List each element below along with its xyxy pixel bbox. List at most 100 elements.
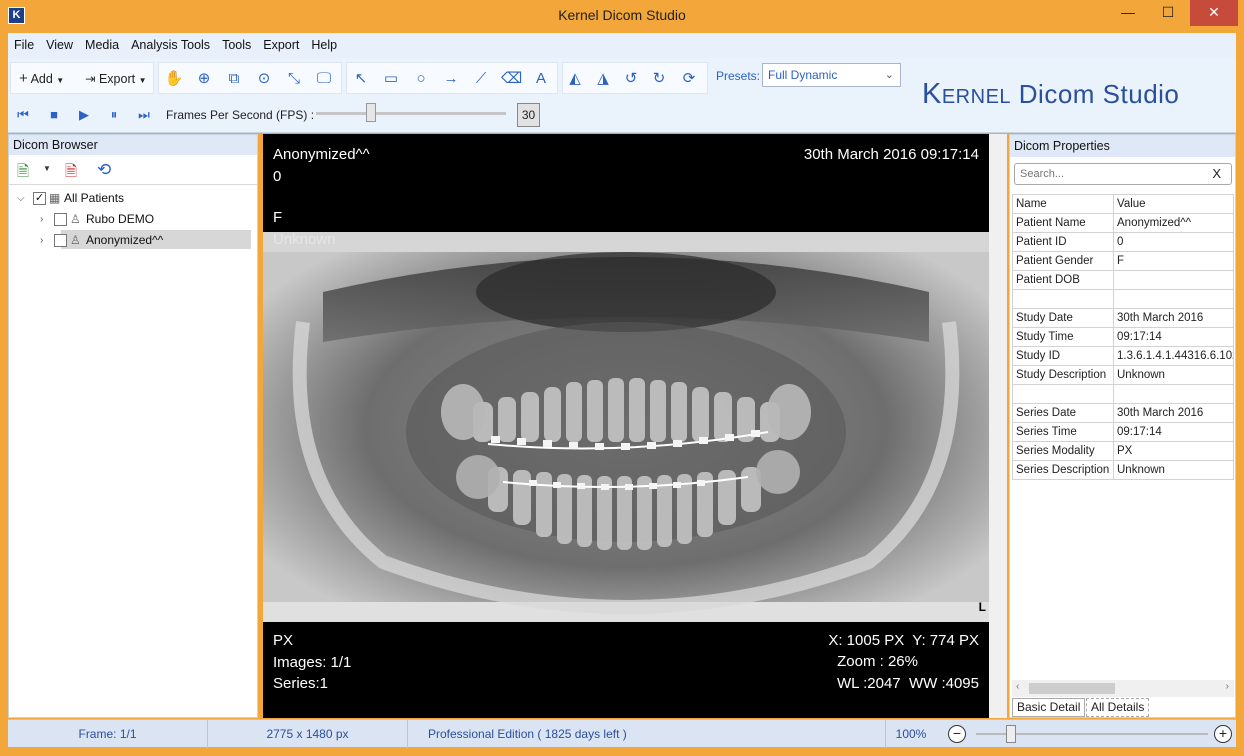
table-row[interactable]: Study Description Unknown	[1012, 365, 1234, 385]
table-row[interactable]: Patient ID 0	[1012, 232, 1234, 252]
window-level-icon[interactable]: ⤡	[284, 69, 304, 89]
table-row[interactable]: Patient DOB	[1012, 270, 1234, 290]
expand-icon[interactable]: ›	[40, 209, 43, 230]
magnifier-icon[interactable]: ⊙	[254, 69, 274, 89]
table-row[interactable]: Patient Gender F	[1012, 251, 1234, 271]
menu-media[interactable]: Media	[79, 33, 125, 58]
column-header-value[interactable]: Value	[1113, 194, 1234, 214]
fps-slider-track[interactable]	[316, 112, 506, 115]
overlay-coordinates: X: 1005 PX Y: 774 PX	[828, 632, 979, 649]
reset-icon[interactable]: ⟳	[679, 69, 699, 89]
chevron-down-icon: ⌄	[884, 69, 894, 81]
expand-icon[interactable]: ›	[40, 230, 43, 251]
properties-search-input[interactable]	[1015, 164, 1195, 184]
minimize-button[interactable]: —	[1108, 0, 1148, 26]
dicom-image[interactable]	[263, 232, 989, 622]
rotate-left-icon[interactable]: ↺	[621, 69, 641, 89]
menu-export[interactable]: Export	[257, 33, 305, 58]
tab-basic-detail[interactable]: Basic Detail	[1012, 698, 1086, 717]
collapse-icon[interactable]: ⌵	[17, 188, 25, 209]
first-frame-icon[interactable]: ⏮	[13, 105, 33, 125]
table-row[interactable]: Study ID 1.3.6.1.4.1.44316.6.102	[1012, 346, 1234, 366]
clear-search-button[interactable]: X	[1212, 166, 1221, 181]
overlay-window-level: WL :2047 WW :4095	[836, 675, 979, 692]
stop-icon[interactable]: ■	[44, 105, 64, 125]
scroll-left-icon[interactable]: ‹	[1016, 681, 1019, 692]
table-row[interactable]: Series Modality PX	[1012, 441, 1234, 461]
zoom-out-button[interactable]: −	[948, 725, 966, 743]
flip-vertical-icon[interactable]: ◮	[593, 69, 613, 89]
zoom-slider-thumb[interactable]	[1006, 725, 1016, 743]
rectangle-icon[interactable]: ▭	[381, 69, 401, 89]
property-value: Unknown	[1113, 365, 1234, 385]
presets-dropdown[interactable]: Full Dynamic ⌄	[762, 63, 901, 87]
table-row[interactable]: Patient Name Anonymized^^	[1012, 213, 1234, 233]
export-label: Export	[98, 72, 136, 86]
text-icon[interactable]: A	[531, 69, 551, 89]
kernel-logo: Kernel Dicom Studio	[922, 78, 1179, 111]
table-row[interactable]: Study Date 30th March 2016	[1012, 308, 1234, 328]
image-viewer[interactable]: Anonymized^^ 0 F Unknown 30th March 2016…	[263, 134, 989, 718]
eraser-icon[interactable]: ⌫	[501, 69, 522, 89]
pointer-arrow-icon[interactable]: ↖	[351, 69, 371, 89]
fit-window-icon[interactable]: ⧉	[224, 69, 244, 89]
dicom-properties-title: Dicom Properties	[1010, 135, 1235, 157]
flip-horizontal-icon[interactable]: ◭	[565, 69, 585, 89]
patient-icon: ♙	[70, 233, 81, 247]
patient-tree: ⌵ ✓ ▦ All Patients › ♙ Rubo DEMO › ♙ Ano…	[9, 185, 257, 251]
menu-file[interactable]: File	[8, 33, 40, 58]
add-button[interactable]: + Add ▼	[19, 67, 64, 91]
fps-slider-thumb[interactable]	[366, 103, 376, 122]
checkbox-checked[interactable]: ✓	[33, 192, 46, 205]
dropdown-arrow-icon: ▼	[56, 76, 65, 85]
last-frame-icon[interactable]: ⏭	[134, 105, 154, 125]
property-name: Patient Gender	[1012, 251, 1114, 271]
tree-item-rubo-demo[interactable]: › ♙ Rubo DEMO	[9, 209, 257, 230]
tree-item-anonymized[interactable]: › ♙ Anonymized^^	[9, 230, 257, 251]
menu-view[interactable]: View	[40, 33, 79, 58]
property-value: F	[1113, 251, 1234, 271]
monitor-icon[interactable]: 🖵	[314, 69, 334, 89]
menu-help[interactable]: Help	[305, 33, 343, 58]
table-row[interactable]	[1012, 384, 1234, 404]
add-file-icon[interactable]: 🗎	[17, 161, 29, 186]
property-name: Series Modality	[1012, 441, 1114, 461]
pan-hand-icon[interactable]: ✋	[164, 69, 184, 89]
table-row[interactable]	[1012, 289, 1234, 309]
tab-all-details[interactable]: All Details	[1086, 698, 1150, 717]
pause-icon[interactable]: ⏸	[104, 105, 124, 125]
remove-file-icon[interactable]: 🗎	[65, 161, 77, 186]
checkbox[interactable]	[54, 213, 67, 226]
rotate-right-icon[interactable]: ↻	[649, 69, 669, 89]
properties-horizontal-scrollbar[interactable]: ‹ ›	[1012, 680, 1234, 697]
tree-item-all-patients[interactable]: ⌵ ✓ ▦ All Patients	[9, 188, 257, 209]
ruler-icon[interactable]: ⟋	[471, 69, 491, 89]
property-value: Anonymized^^	[1113, 213, 1234, 233]
export-button[interactable]: ⇥ Export ▼	[85, 67, 147, 91]
table-row[interactable]: Study Time 09:17:14	[1012, 327, 1234, 347]
scroll-right-icon[interactable]: ›	[1226, 681, 1229, 692]
maximize-button[interactable]: ☐	[1148, 0, 1188, 26]
dicom-browser-title: Dicom Browser	[9, 135, 257, 155]
checkbox[interactable]	[54, 234, 67, 247]
menu-analysis-tools[interactable]: Analysis Tools	[125, 33, 216, 58]
dicom-browser-panel: Dicom Browser 🗎 ▼ 🗎 ⟲ ⌵ ✓ ▦ All Patients…	[8, 134, 258, 718]
title-bar[interactable]: K Kernel Dicom Studio — ☐ ✕	[0, 0, 1244, 31]
ellipse-icon[interactable]: ○	[411, 69, 431, 89]
transform-tools-group: ◭ ◮ ↺ ↻ ⟳	[562, 62, 708, 94]
play-icon[interactable]: ▶	[74, 105, 94, 125]
zoom-icon[interactable]: ⊕	[194, 69, 214, 89]
refresh-icon[interactable]: ⟲	[97, 160, 111, 180]
dropdown-arrow-icon[interactable]: ▼	[43, 164, 51, 173]
viewer-scrollbar[interactable]	[989, 134, 1007, 718]
table-row[interactable]: Series Date 30th March 2016	[1012, 403, 1234, 423]
property-value: 09:17:14	[1113, 422, 1234, 442]
close-button[interactable]: ✕	[1190, 0, 1238, 26]
scrollbar-thumb[interactable]	[1029, 683, 1115, 694]
table-row[interactable]: Series Time 09:17:14	[1012, 422, 1234, 442]
column-header-name[interactable]: Name	[1012, 194, 1114, 214]
zoom-in-button[interactable]: +	[1214, 725, 1232, 743]
menu-tools[interactable]: Tools	[216, 33, 257, 58]
arrow-icon[interactable]: →	[441, 69, 461, 89]
table-row[interactable]: Series Description Unknown	[1012, 460, 1234, 480]
